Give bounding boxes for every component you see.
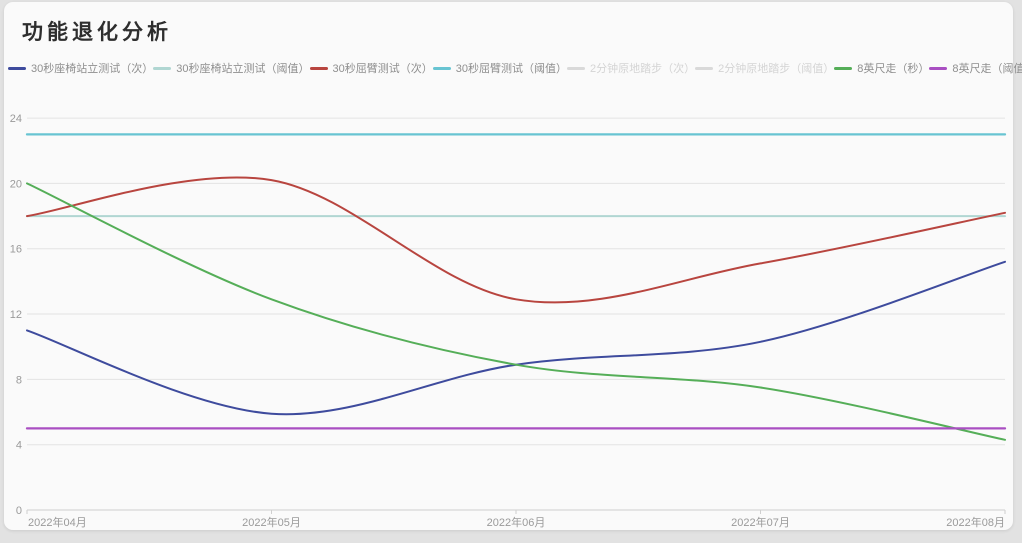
legend: 30秒座椅站立测试（次） 30秒座椅站立测试（阈值） 30秒屈臂测试（次） 30秒屈臂…: [8, 60, 1005, 76]
legend-item-2[interactable]: 30秒屈臂测试（次）: [310, 60, 433, 76]
y-axis-label: 12: [10, 309, 22, 321]
series-line-2: [27, 177, 1005, 302]
y-axis-label: 0: [16, 505, 22, 517]
legend-item-3[interactable]: 30秒屈臂测试（阈值）: [433, 60, 567, 76]
x-axis-label: 2022年08月: [946, 515, 1005, 529]
legend-line-marker-icon: [567, 67, 585, 70]
legend-item-0[interactable]: 30秒座椅站立测试（次）: [8, 60, 153, 76]
chart-canvas: 0 4 8 12 16 20 24 2022年04月 2022年05月 2022年06月 2022年…: [0, 0, 1022, 543]
y-axis-label: 16: [10, 244, 22, 256]
legend-item-5[interactable]: 2分钟原地踏步（阈值）: [695, 60, 834, 76]
y-axis-label: 24: [10, 113, 22, 125]
legend-line-marker-icon: [929, 67, 947, 70]
chart-title: 功能退化分析: [22, 16, 172, 46]
page-background: 0 4 8 12 16 20 24 2022年04月 2022年05月 2022年06月 2022年…: [0, 0, 1022, 543]
legend-label: 2分钟原地踏步（次）: [590, 60, 695, 76]
y-axis-label: 8: [16, 374, 22, 386]
legend-label: 30秒座椅站立测试（阈值）: [176, 60, 309, 76]
series-line-0: [27, 262, 1005, 414]
legend-label: 30秒屈臂测试（阈值）: [456, 60, 567, 76]
y-axis-label: 4: [16, 440, 22, 452]
legend-label: 8英尺走（秒）: [857, 60, 929, 76]
legend-line-marker-icon: [695, 67, 713, 70]
legend-item-1[interactable]: 30秒座椅站立测试（阈值）: [153, 60, 309, 76]
legend-item-4[interactable]: 2分钟原地踏步（次）: [567, 60, 695, 76]
legend-line-marker-icon: [8, 67, 26, 70]
legend-line-marker-icon: [153, 67, 171, 70]
x-axis-label: 2022年04月: [28, 515, 87, 529]
legend-label: 30秒座椅站立测试（次）: [31, 60, 153, 76]
x-axis-label: 2022年05月: [242, 515, 301, 529]
legend-line-marker-icon: [310, 67, 328, 70]
legend-label: 30秒屈臂测试（次）: [333, 60, 433, 76]
series-line-6: [27, 183, 1005, 439]
y-axis-label: 20: [10, 178, 22, 190]
legend-line-marker-icon: [433, 67, 451, 70]
legend-label: 2分钟原地踏步（阈值）: [718, 60, 834, 76]
legend-line-marker-icon: [834, 67, 852, 70]
legend-item-7[interactable]: 8英尺走（阈值）: [929, 60, 1022, 76]
x-axis-label: 2022年07月: [731, 515, 790, 529]
x-axis-label: 2022年06月: [487, 515, 546, 529]
legend-item-6[interactable]: 8英尺走（秒）: [834, 60, 929, 76]
legend-label: 8英尺走（阈值）: [952, 60, 1022, 76]
